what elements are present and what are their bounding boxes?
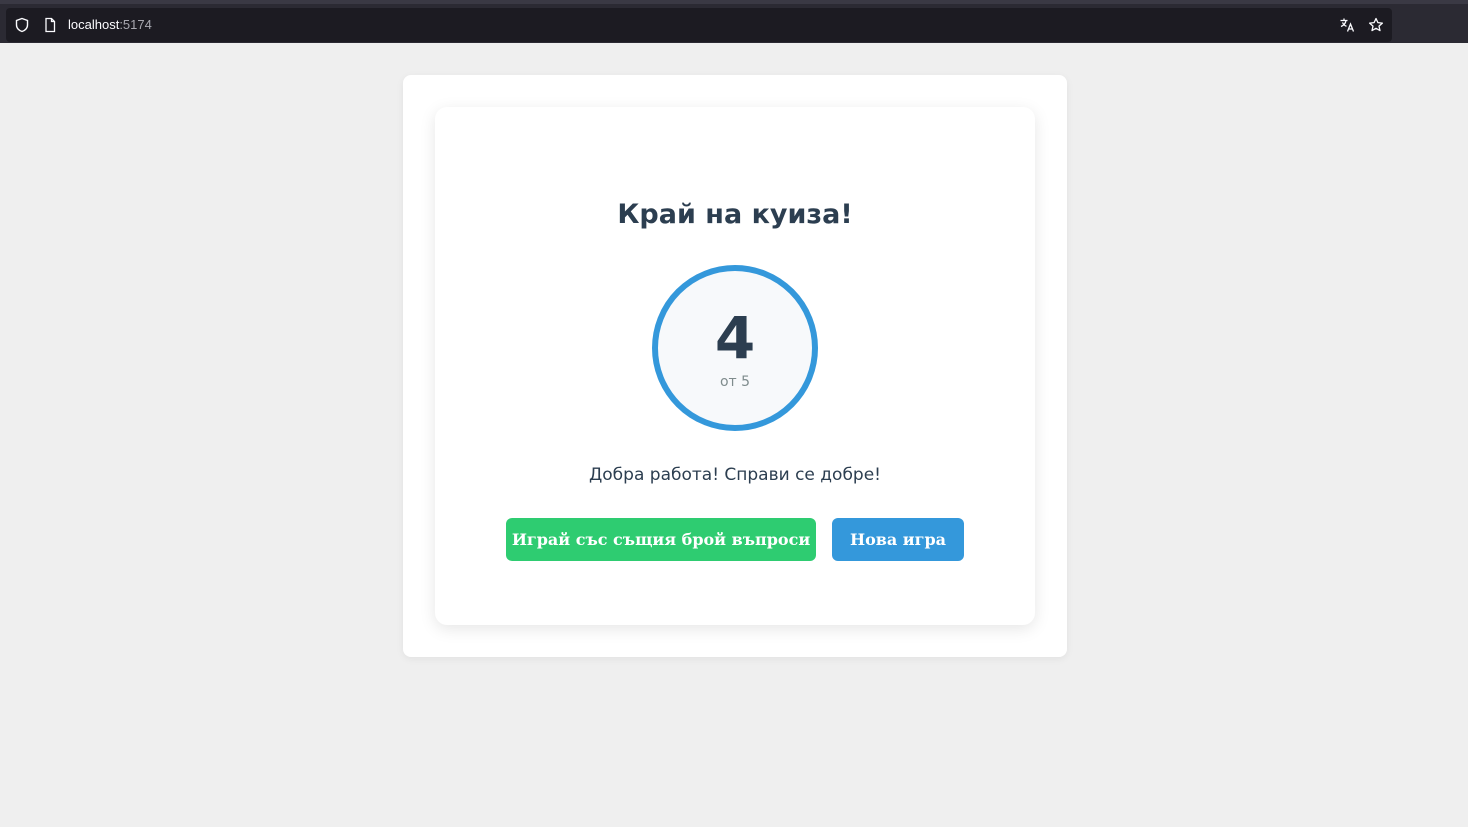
address-bar[interactable]: localhost:5174 [6, 8, 1392, 42]
bookmark-star-icon[interactable] [1368, 17, 1384, 33]
page-icon [42, 17, 58, 33]
score-circle: 4 от 5 [652, 265, 818, 431]
translate-icon[interactable] [1339, 17, 1355, 33]
url-host: localhost [68, 17, 120, 32]
quiz-result-card: Край на куиза! 4 от 5 Добра работа! Спра… [435, 107, 1035, 625]
browser-toolbar: localhost:5174 [0, 0, 1468, 43]
replay-same-count-button[interactable]: Играй със същия брой въпроси [506, 518, 816, 561]
app-container: Край на куиза! 4 от 5 Добра работа! Спра… [403, 75, 1067, 657]
score-total: от 5 [719, 374, 751, 390]
new-game-button[interactable]: Нова игра [832, 518, 964, 561]
url-text[interactable]: localhost:5174 [68, 17, 152, 33]
shield-icon[interactable] [14, 17, 30, 33]
score-value: 4 [714, 304, 756, 372]
result-title: Край на куиза! [617, 199, 853, 230]
result-message: Добра работа! Справи се добре! [589, 465, 881, 485]
url-port: :5174 [119, 17, 152, 32]
